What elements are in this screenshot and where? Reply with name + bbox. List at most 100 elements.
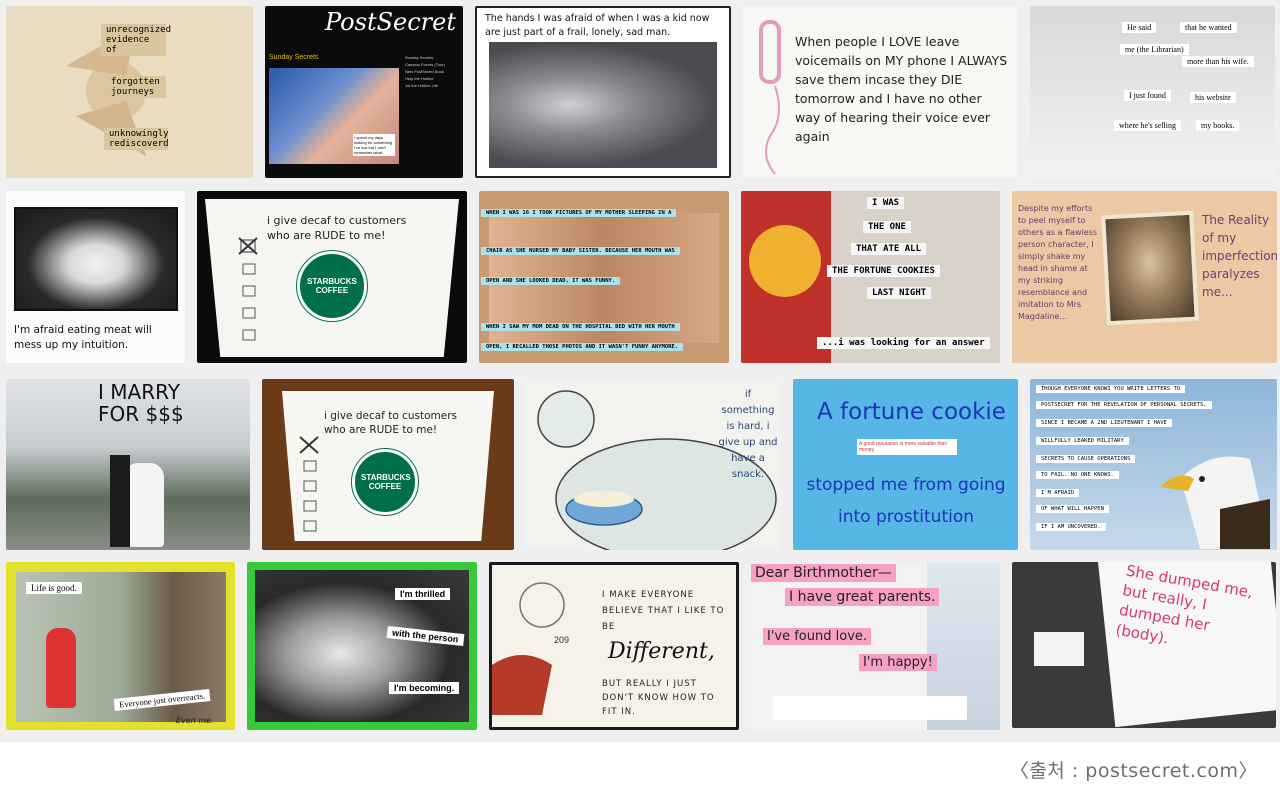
postcard-fortune-cookies[interactable]: I WAS THE ONE THAT ATE ALL THE FORTUNE C…	[741, 191, 1000, 363]
starbucks-logo: STARBUCKS COFFEE	[351, 448, 419, 516]
reality-side-text: The Reality of my imperfection paralyzes…	[1202, 213, 1277, 299]
postcard-voicemail[interactable]: When people I LOVE leave voicemails on M…	[743, 6, 1018, 178]
postcard-postsecret-site[interactable]: PostSecret Sunday Secrets I spend my day…	[265, 6, 463, 178]
bride-figure	[124, 463, 164, 547]
starbucks-logo-text: STARBUCKS COFFEE	[361, 473, 411, 491]
fortune-line-4: THE FORTUNE COOKIES	[827, 265, 940, 277]
site-side-links: Sunday Secrets Campus Events (Tour) New …	[405, 54, 461, 89]
starbucks-logo: STARBUCKS COFFEE	[296, 250, 368, 322]
postcard-hands[interactable]: The hands I was afraid of when I was a k…	[475, 6, 731, 178]
eagle-icon	[1160, 456, 1270, 549]
marry-text: I MARRY FOR $$$	[98, 380, 184, 426]
different-big: Different,	[608, 639, 715, 664]
portrait-photo	[1101, 210, 1199, 326]
clip-7: where he's selling	[1114, 120, 1181, 131]
fortune-line-6: ...i was looking for an answer	[817, 337, 990, 349]
postcard-life-is-good[interactable]: Life is good. Everyone just overreacts. …	[6, 562, 235, 730]
dog-photo	[14, 207, 178, 311]
side-link[interactable]: New PostSecret Book	[405, 68, 461, 75]
clip-8: my books.	[1196, 120, 1240, 131]
white-rect	[1034, 632, 1084, 666]
mother-line-3: OPEN AND SHE LOOKED DEAD, IT WAS FUNNY.	[481, 277, 621, 285]
clip-6: his website	[1190, 92, 1236, 103]
mother-line-1: WHEN I WAS 16 I TOOK PICTURES OF MY MOTH…	[481, 209, 677, 217]
postcard-fortune-cookie-blue[interactable]: A fortune cookie A good reputation is mo…	[793, 379, 1018, 550]
note-2: forgotten journeys	[106, 76, 166, 98]
postcard-starbucks-2[interactable]: i give decaf to customers who are RUDE t…	[262, 379, 514, 550]
birthmother-4: I'm happy!	[859, 654, 937, 671]
military-line-3: SINCE I BECAME A 2ND LIEUTENANT I HAVE	[1036, 419, 1172, 427]
decaf-text-2: i give decaf to customers who are RUDE t…	[324, 410, 458, 436]
birthmother-2: I have great parents.	[785, 588, 940, 606]
voicemail-text: When people I LOVE leave voicemails on M…	[795, 34, 1008, 144]
clip-4: more than his wife.	[1182, 56, 1254, 67]
military-line-2: POSTSECRET FOR THE REVELATION OF PERSONA…	[1036, 401, 1212, 409]
source-credit: 〈출처 : postsecret.com〉	[1009, 760, 1258, 782]
stamp-hand-illustration	[492, 582, 565, 715]
thrilled-3: I'm becoming.	[389, 682, 460, 694]
hands-photo	[489, 42, 717, 168]
note-3: unknowingly rediscoverd	[104, 128, 169, 150]
postcard-librarian[interactable]: He said that he wanted me (the Librarian…	[1030, 6, 1275, 178]
child-figure	[46, 628, 76, 708]
postcard-starbucks-1[interactable]: i give decaf to customers who are RUDE t…	[197, 191, 467, 363]
military-line-7: I'M AFRAID	[1036, 489, 1080, 497]
thrilled-1: I'm thrilled	[395, 588, 451, 600]
postcard-birthmother[interactable]: Dear Birthmother— I have great parents. …	[751, 562, 1000, 730]
note-1: unrecognized evidence of	[101, 24, 171, 56]
site-title: PostSecret	[325, 8, 456, 36]
postcard-mother-photos[interactable]: WHEN I WAS 16 I TOOK PICTURES OF MY MOTH…	[479, 191, 729, 363]
checkbox-column-icon	[299, 436, 319, 532]
mother-line-4: WHEN I SAW MY MOM DEAD ON THE HOSPITAL B…	[481, 323, 680, 331]
military-line-1: THOUGH EVERYONE KNOWS YOU WRITE LETTERS …	[1036, 385, 1186, 393]
decaf-text-1: i give decaf to customers who are RUDE t…	[267, 214, 407, 242]
groom-figure	[110, 455, 130, 547]
clip-2: that he wanted	[1180, 22, 1237, 33]
fortune-line-b: stopped me from going into prostitution	[806, 475, 1006, 527]
starbucks-logo-text: STARBUCKS COFFEE	[307, 277, 357, 295]
snack-text: if something is hard, i give up and have…	[718, 389, 778, 480]
side-link[interactable]: Help the Hotline	[405, 75, 461, 82]
postcard-unrecognized-evidence[interactable]: unrecognized evidence of forgotten journ…	[6, 6, 253, 178]
clip-1: He said	[1122, 22, 1157, 33]
birthmother-1: Dear Birthmother—	[751, 564, 896, 582]
military-line-5: SECRETS TO CAUSE OPERATIONS	[1036, 455, 1136, 463]
military-line-8: OF WHAT WILL HAPPEN	[1036, 505, 1109, 513]
postcard-military-secrets[interactable]: THOUGH EVERYONE KNOWS YOU WRITE LETTERS …	[1030, 379, 1277, 550]
military-line-9: IF I AM UNCOVERED.	[1036, 523, 1106, 531]
different-text-1: I MAKE EVERYONE BELIEVE THAT I LIKE TO B…	[602, 590, 725, 632]
life-good-1: Life is good.	[26, 582, 82, 594]
postcard-reality[interactable]: Despite my efforts to peel myself to oth…	[1012, 191, 1277, 363]
military-line-6: TO FAIL. NO ONE KNOWS.	[1036, 471, 1119, 479]
clip-3: me (the Librarian)	[1120, 44, 1189, 55]
fortune-line-3: THAT ATE ALL	[851, 243, 927, 255]
fortune-line-1: I WAS	[867, 197, 905, 209]
postcard-greyhound[interactable]: I'm afraid eating meat will mess up my i…	[6, 191, 185, 363]
birthmother-3: I've found love.	[763, 628, 872, 645]
photo-note: I spend my days looking for something I'…	[353, 134, 395, 156]
greyhound-text: I'm afraid eating meat will mess up my i…	[14, 324, 152, 351]
mother-line-2: CHAIR AS SHE NURSED MY BABY SISTER. BECA…	[481, 247, 680, 255]
clip-5: I just found	[1124, 90, 1171, 101]
side-link[interactable]: 1st the Hotline Life	[405, 82, 461, 89]
postcard-dumped[interactable]: She dumped me, but really, I dumped her …	[1012, 562, 1276, 728]
postmark-number: 209	[554, 635, 570, 645]
reality-text: Despite my efforts to peel myself to oth…	[1018, 204, 1098, 321]
fortune-slip: A good reputation is more valuable than …	[857, 439, 957, 455]
checkbox-column-icon	[238, 237, 258, 341]
postsecret-gallery: unrecognized evidence of forgotten journ…	[0, 0, 1280, 742]
postcard-different[interactable]: 209 I MAKE EVERYONE BELIEVE THAT I LIKE …	[489, 562, 739, 730]
postcard-thrilled[interactable]: I'm thrilled with the person I'm becomin…	[247, 562, 477, 730]
hands-text: The hands I was afraid of when I was a k…	[485, 13, 710, 38]
fortune-line-5: LAST NIGHT	[867, 287, 932, 299]
side-link[interactable]: Sunday Secrets	[405, 54, 461, 61]
life-good-3: Even me.	[176, 716, 214, 725]
postcard-snack[interactable]: if something is hard, i give up and have…	[526, 379, 781, 550]
side-link[interactable]: Campus Events (Tour)	[405, 61, 461, 68]
mother-line-5: OPEN, I RECALLED THOSE PHOTOS AND IT WAS…	[481, 343, 684, 351]
postcard-marry-money[interactable]: I MARRY FOR $$$	[6, 379, 250, 550]
fortune-line-2: THE ONE	[863, 221, 911, 233]
telephone-icon	[759, 20, 781, 175]
blank-tag	[773, 696, 967, 720]
yellow-circle	[749, 225, 821, 297]
